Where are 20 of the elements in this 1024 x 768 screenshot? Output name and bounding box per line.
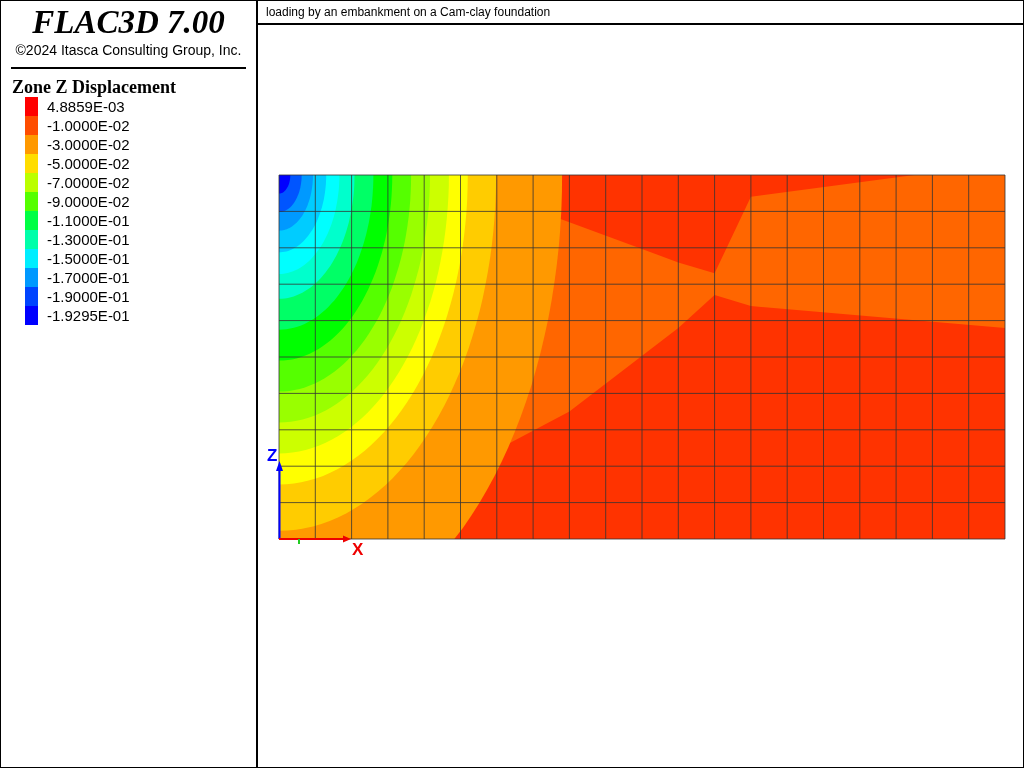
legend-label: -1.3000E-01 [47,231,130,248]
legend-title: Zone Z Displacement [12,77,177,97]
legend-label: -1.1000E-01 [47,212,130,229]
z-axis-label: Z [267,446,278,465]
contour-band [279,175,291,194]
legend-label: -1.9000E-01 [47,288,130,305]
legend-label: -1.0000E-02 [47,117,130,134]
plot-title: loading by an embankment on a Cam-clay foundation [258,1,1023,25]
copyright-text: ©2024 Itasca Consulting Group, Inc. [14,42,243,58]
legend-label: -9.0000E-02 [47,193,130,210]
legend-label: -5.0000E-02 [47,155,130,172]
axes-icon [276,461,351,545]
x-axis-label: X [352,540,364,555]
legend-label: -1.7000E-01 [47,269,130,286]
legend-label: -3.0000E-02 [47,136,130,153]
legend-label: -1.5000E-01 [47,250,130,267]
legend-label: 4.8859E-03 [47,98,125,115]
app-title: FLAC3D 7.00 [31,5,226,39]
legend-label: -7.0000E-02 [47,174,130,191]
legend-label: -1.9295E-01 [47,307,130,324]
